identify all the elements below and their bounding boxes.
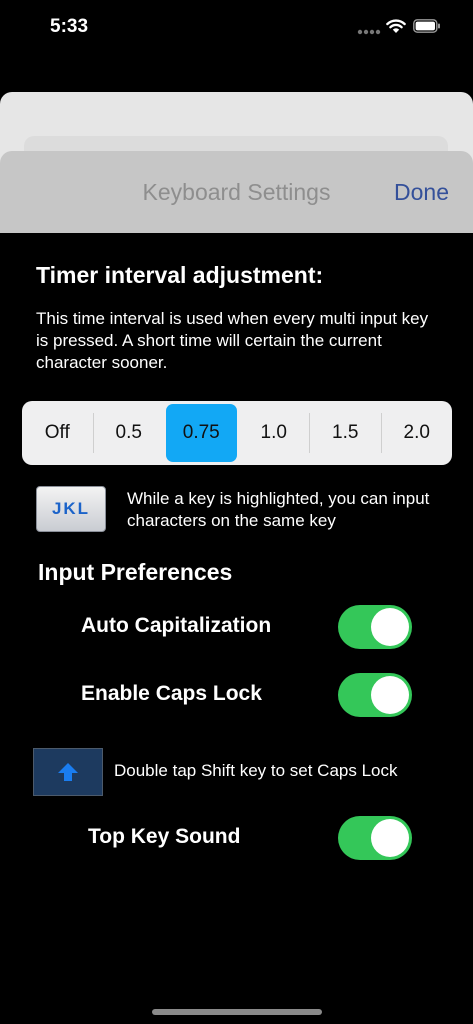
done-button[interactable]: Done [394,179,449,206]
auto-capitalization-toggle[interactable] [338,605,412,649]
timer-option-1-0[interactable]: 1.0 [239,404,310,462]
timer-option-0-5[interactable]: 0.5 [94,404,165,462]
shift-arrow-icon [58,763,78,781]
status-bar: 5:33 [0,0,473,56]
home-indicator [152,1009,322,1015]
timer-option-0-75[interactable]: 0.75 [166,404,237,462]
top-key-sound-label: Top Key Sound [88,825,241,848]
timer-option-off[interactable]: Off [22,404,93,462]
cellular-signal-icon [357,29,381,35]
toggle-knob [371,608,409,646]
timer-interval-segmented-control: Off 0.5 0.75 1.0 1.5 2.0 [22,401,452,465]
timer-heading: Timer interval adjustment: [36,262,324,288]
sheet-header: Keyboard Settings Done [0,151,473,233]
enable-caps-lock-label: Enable Caps Lock [81,682,262,705]
jkl-key-sample: JKL [36,486,106,532]
input-preferences-heading: Input Preferences [38,559,233,585]
auto-capitalization-label: Auto Capitalization [81,614,272,637]
jkl-hint-text: While a key is highlighted, you can inpu… [127,489,430,530]
shift-hint-text: Double tap Shift key to set Caps Lock [114,761,398,780]
toggle-knob [371,676,409,714]
timer-option-1-5[interactable]: 1.5 [310,404,381,462]
top-key-sound-toggle[interactable] [338,816,412,860]
toggle-knob [371,819,409,857]
timer-description: This time interval is used when every mu… [36,309,429,372]
shift-key-sample [33,748,103,796]
battery-icon [413,19,440,33]
enable-caps-lock-toggle[interactable] [338,673,412,717]
timer-option-2-0[interactable]: 2.0 [382,404,453,462]
status-time: 5:33 [50,16,89,37]
wifi-icon [386,19,406,33]
